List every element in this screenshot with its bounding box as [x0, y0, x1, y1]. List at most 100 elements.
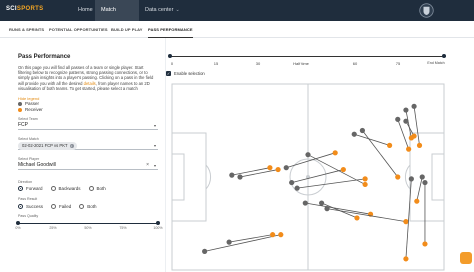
- passer-dot[interactable]: [289, 179, 295, 186]
- pass-line[interactable]: [354, 133, 390, 146]
- enable-selection-checkbox[interactable]: ✓ Enable selection: [166, 71, 205, 76]
- pass[interactable]: [294, 176, 368, 191]
- passer-dot[interactable]: [229, 172, 235, 178]
- passer-dot[interactable]: [305, 152, 311, 158]
- passer-dot[interactable]: [324, 206, 330, 212]
- pass[interactable]: [229, 165, 273, 178]
- result-failed-radio[interactable]: Failed: [51, 204, 71, 209]
- receiver-dot[interactable]: [416, 142, 423, 148]
- receiver-dot[interactable]: [387, 142, 393, 148]
- help-button[interactable]: [460, 252, 472, 264]
- team-select[interactable]: FCP ▾: [18, 121, 158, 130]
- receiver-dot[interactable]: [267, 165, 273, 171]
- pass[interactable]: [414, 174, 425, 204]
- passer-dot[interactable]: [319, 200, 325, 206]
- slider-min-handle[interactable]: [16, 221, 20, 225]
- pass[interactable]: [305, 152, 368, 188]
- result-both-radio[interactable]: Both: [79, 204, 97, 209]
- pass-line[interactable]: [326, 208, 406, 223]
- passer-dot[interactable]: [403, 118, 409, 124]
- checkbox-checked-icon[interactable]: ✓: [166, 71, 171, 76]
- receiver-dot[interactable]: [411, 133, 417, 139]
- passer-dot[interactable]: [419, 174, 425, 180]
- tab-runs-sprints[interactable]: RUNS & SPRINTS: [9, 21, 44, 38]
- pass-quality-slider[interactable]: [16, 221, 160, 225]
- passer-dot[interactable]: [294, 185, 300, 191]
- pass-line[interactable]: [305, 202, 371, 215]
- pass[interactable]: [359, 127, 401, 180]
- slider-max-handle[interactable]: [156, 221, 160, 225]
- pass-line[interactable]: [405, 178, 412, 259]
- direction-both-radio[interactable]: Both: [88, 186, 106, 191]
- timeline-tick: 0: [170, 61, 174, 66]
- receiver-dot[interactable]: [362, 181, 368, 188]
- receiver-dot[interactable]: [422, 241, 428, 247]
- pass-line[interactable]: [362, 130, 399, 178]
- receiver-dot[interactable]: [278, 232, 284, 238]
- pass-line[interactable]: [239, 169, 279, 178]
- pass[interactable]: [403, 176, 414, 262]
- timeline-end-handle[interactable]: [442, 54, 446, 58]
- pitch-map[interactable]: [166, 80, 452, 272]
- tab-build-up-play[interactable]: BUILD UP PLAY: [111, 21, 143, 38]
- pass[interactable]: [226, 232, 276, 245]
- passer-dot[interactable]: [302, 200, 308, 206]
- passer-dot[interactable]: [351, 131, 357, 137]
- chip-remove-icon[interactable]: ×: [69, 143, 74, 148]
- passer-dot[interactable]: [359, 127, 365, 134]
- receiver-dot[interactable]: [362, 176, 368, 182]
- match-timeline-slider[interactable]: 0 15 30 Half time 60 75 End Match: [168, 48, 446, 70]
- clear-icon[interactable]: ×: [146, 161, 149, 170]
- passer-dot[interactable]: [226, 239, 232, 245]
- nav-data-center[interactable]: Data center ⌄: [139, 0, 186, 21]
- receiver-dot[interactable]: [340, 166, 346, 173]
- passer-dot[interactable]: [422, 179, 428, 186]
- result-success-radio[interactable]: Success: [18, 204, 43, 209]
- pass-line[interactable]: [231, 167, 270, 176]
- pass-line[interactable]: [405, 109, 412, 139]
- timeline-tick: End Match: [427, 61, 445, 65]
- passer-dot[interactable]: [237, 174, 243, 180]
- pass-line[interactable]: [297, 178, 366, 189]
- pass[interactable]: [237, 166, 281, 180]
- match-chip[interactable]: 02-02-2021 FCP vs PKT ×: [18, 142, 77, 150]
- pass[interactable]: [283, 150, 338, 171]
- player-select[interactable]: Michael Goodwill × ▾: [18, 161, 158, 170]
- passer-dot[interactable]: [202, 248, 208, 254]
- receiver-dot[interactable]: [414, 198, 420, 204]
- direction-forward-radio[interactable]: Forward: [18, 186, 43, 191]
- tab-potential-opportunities[interactable]: POTENTIAL OPPORTUNITIES: [49, 21, 108, 38]
- goal-area-left: [171, 153, 185, 201]
- tab-pass-performance[interactable]: PASS PERFORMANCE: [148, 21, 193, 38]
- pass[interactable]: [395, 116, 412, 152]
- passer-dot[interactable]: [395, 116, 401, 122]
- receiver-dot[interactable]: [354, 215, 360, 221]
- app-logo[interactable]: SCISPORTS: [6, 6, 43, 12]
- passer-dot[interactable]: [408, 176, 414, 182]
- pass[interactable]: [411, 103, 423, 148]
- pass-line[interactable]: [416, 176, 423, 202]
- receiver-dot[interactable]: [406, 146, 412, 152]
- pass-result-radio-group: Success Failed Both: [18, 204, 105, 209]
- pass-line[interactable]: [204, 234, 281, 252]
- nav-match-center[interactable]: Match center⌄: [95, 0, 139, 34]
- dropdown-arrow-icon: ▾: [153, 143, 156, 148]
- pass-line[interactable]: [413, 106, 420, 146]
- receiver-dot[interactable]: [403, 256, 409, 262]
- direction-backwards-radio[interactable]: Backwards: [50, 186, 81, 191]
- tick-label: 0%: [15, 226, 21, 230]
- passer-dot[interactable]: [411, 103, 417, 109]
- receiver-dot[interactable]: [332, 150, 338, 156]
- passer-dot[interactable]: [403, 107, 409, 113]
- timeline-tick: 15: [213, 61, 219, 66]
- timeline-start-handle[interactable]: [168, 54, 172, 58]
- receiver-dot[interactable]: [270, 232, 276, 238]
- passer-dot[interactable]: [283, 165, 289, 171]
- receiver-dot[interactable]: [275, 166, 281, 173]
- receiver-dot[interactable]: [403, 219, 409, 225]
- receiver-dot[interactable]: [395, 174, 401, 180]
- shield-icon[interactable]: [419, 3, 434, 18]
- pass[interactable]: [422, 179, 428, 247]
- pass-line[interactable]: [291, 169, 344, 183]
- pass[interactable]: [351, 131, 393, 148]
